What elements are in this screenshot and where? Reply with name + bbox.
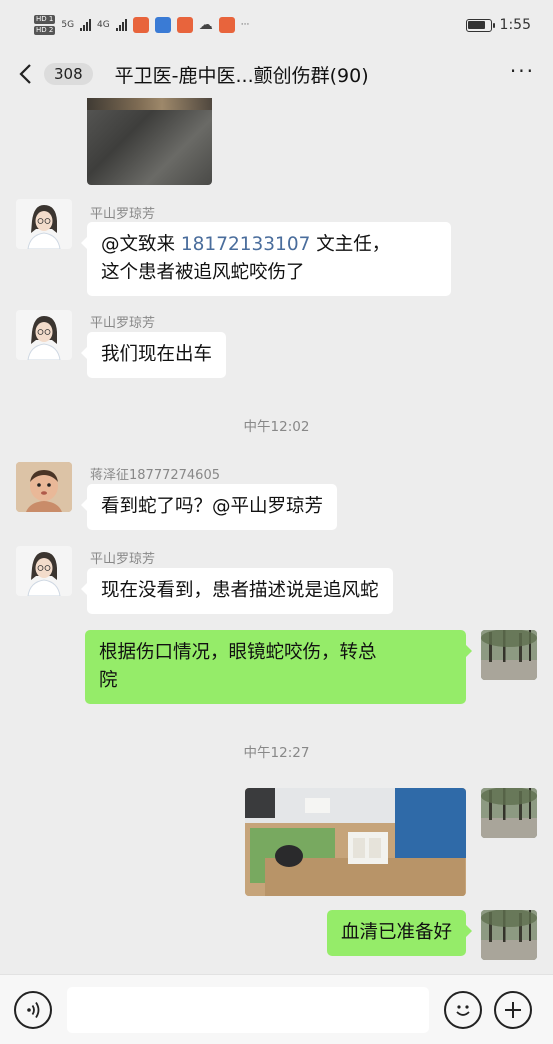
message-text: 根据伤口情况，眼镜蛇咬伤，转总 [99,642,377,663]
message-text: 血清已准备好 [340,922,452,943]
phone-link[interactable]: 18172133107 [181,234,310,255]
message-bubble[interactable]: 现在没看到，患者描述说是追风蛇 [81,568,393,614]
message-bubble[interactable]: 根据伤口情况，眼镜蛇咬伤，转总 院 [85,630,472,704]
my-avatar[interactable] [481,788,537,838]
forest-avatar-icon [481,910,537,960]
nurse-avatar-icon [16,310,72,360]
sender-name: 平山罗琼芳 [90,207,156,222]
voice-button[interactable] [14,990,52,1029]
forest-avatar-icon [481,788,537,838]
signal-1-icon [80,19,92,31]
baby-avatar-icon [16,462,72,512]
message-text: 现在没看到，患者描述说是追风蛇 [101,580,379,601]
notification-app-icon-4 [218,17,235,33]
message-list[interactable]: 平山罗琼芳 @文致来 18172133107 文主任， 这个患者被追风蛇咬伤了 … [0,98,553,974]
chat-title: 平卫医-鹿中医...颤创伤群(90) [114,64,369,87]
message-text: 这个患者被追风蛇咬伤了 [101,262,305,283]
more-actions-button[interactable] [494,990,532,1029]
signal-2-icon [115,19,127,31]
input-bar [0,974,553,1044]
notification-app-icon-2 [154,17,171,33]
message-bubble[interactable]: @文致来 18172133107 文主任， 这个患者被追风蛇咬伤了 [81,222,451,296]
status-right: 1:55 [465,17,531,33]
timestamp: 中午12:02 [243,419,310,435]
avatar[interactable] [16,462,72,512]
network-5g-label: 5G [61,20,75,30]
cloud-icon: ☁ [198,17,213,33]
message-text: 看到蛇了吗？@平山罗琼芳 [101,496,324,517]
message-bubble[interactable]: 血清已准备好 [326,910,473,956]
timestamp: 中午12:27 [243,745,310,761]
battery-icon [465,18,495,32]
status-bar: HD 1 HD 2 5G 4G ☁ ··· 1:55 [0,0,553,50]
network-4g-label: 4G [97,20,110,30]
nurse-avatar-icon [16,199,72,249]
forest-avatar-icon [481,630,537,680]
message-text: 我们现在出车 [101,344,213,365]
image-message[interactable] [87,98,212,185]
sim-indicators: HD 1 HD 2 [34,15,56,35]
emoji-button[interactable] [444,990,482,1029]
notification-app-icon [132,17,149,33]
back-button[interactable] [18,63,40,85]
voice-icon [27,1001,40,1018]
sim2-label: HD 2 [34,26,56,35]
sender-name: 蒋泽征18777274605 [90,468,220,483]
sim1-label: HD 1 [34,15,56,24]
battery-level [468,21,485,29]
image-message[interactable] [245,788,466,896]
unread-count-badge[interactable]: 308 [44,63,93,85]
chat-header: 308 平卫医-鹿中医...颤创伤群(90) ··· [0,50,553,98]
message-text: 院 [99,670,118,691]
notification-app-icon-3 [176,17,193,33]
avatar[interactable] [16,546,72,596]
smiley-icon [456,1004,470,1016]
message-bubble[interactable]: 看到蛇了吗？@平山罗琼芳 [80,484,338,530]
more-notifications-icon: ··· [240,20,250,30]
more-options-button[interactable]: ··· [510,59,535,89]
plus-icon [505,1001,521,1018]
message-input[interactable] [67,986,429,1033]
mention[interactable]: @文致来 [101,234,181,255]
sender-name: 平山罗琼芳 [90,552,156,567]
message-bubble[interactable]: 我们现在出车 [80,332,227,378]
my-avatar[interactable] [481,630,537,680]
status-left: HD 1 HD 2 5G 4G ☁ ··· [34,15,249,35]
sender-name: 平山罗琼芳 [90,316,156,331]
chevron-left-icon [19,64,31,84]
avatar[interactable] [16,199,72,249]
avatar[interactable] [16,310,72,360]
desk-photo-icon [245,788,466,896]
clock: 1:55 [499,17,531,33]
my-avatar[interactable] [481,910,537,960]
nurse-avatar-icon [16,546,72,596]
message-text: 文主任， [310,234,391,255]
